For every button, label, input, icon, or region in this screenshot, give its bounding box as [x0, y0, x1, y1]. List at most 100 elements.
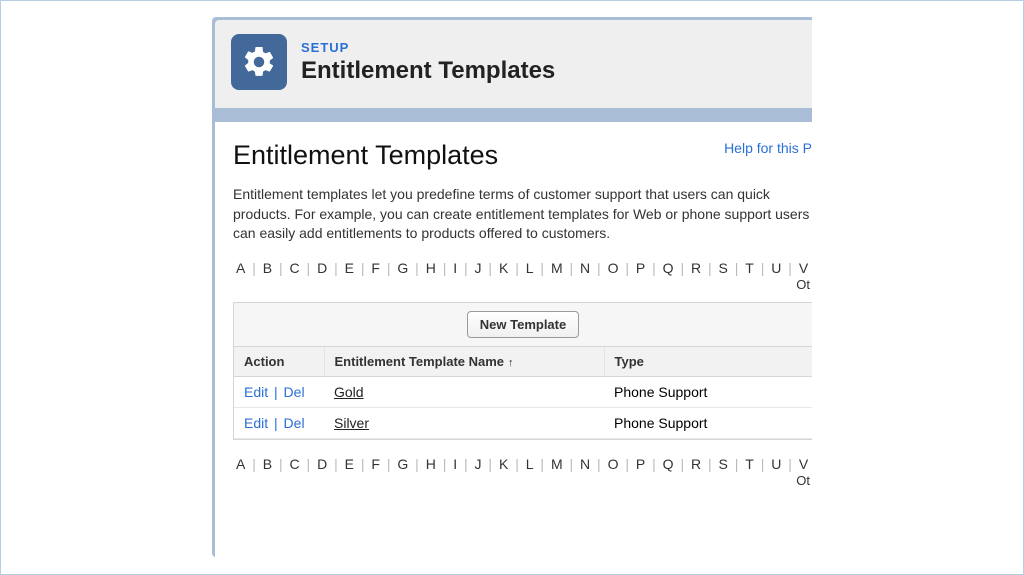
alpha-letter-S[interactable]: S — [716, 456, 731, 472]
sort-asc-icon: ↑ — [504, 357, 514, 369]
alpha-letter-V[interactable]: V — [796, 260, 811, 276]
alpha-separator: | — [784, 260, 795, 276]
alpha-filter-top: A | B | C | D | E | F | G | H | I | J | … — [233, 260, 812, 276]
alpha-separator: | — [784, 456, 795, 472]
alpha-separator: | — [439, 260, 450, 276]
alpha-letter-C[interactable]: C — [287, 456, 303, 472]
alpha-letter-H[interactable]: H — [423, 456, 439, 472]
alpha-separator: | — [677, 456, 688, 472]
alpha-letter-G[interactable]: G — [394, 456, 411, 472]
new-template-button[interactable]: New Template — [467, 311, 579, 338]
page-title: Entitlement Templates — [233, 140, 498, 171]
alpha-letter-F[interactable]: F — [368, 260, 383, 276]
alpha-letter-G[interactable]: G — [394, 260, 411, 276]
alpha-letter-K[interactable]: K — [496, 456, 511, 472]
alpha-separator: | — [621, 260, 632, 276]
alpha-letter-U[interactable]: U — [768, 260, 784, 276]
alpha-letter-S[interactable]: S — [716, 260, 731, 276]
alpha-letter-O[interactable]: O — [605, 260, 622, 276]
alpha-separator: | — [757, 456, 768, 472]
alpha-letter-E[interactable]: E — [342, 260, 357, 276]
alpha-letter-E[interactable]: E — [342, 456, 357, 472]
alpha-letter-R[interactable]: R — [688, 260, 704, 276]
alpha-letter-K[interactable]: K — [496, 260, 511, 276]
col-name-label: Entitlement Template Name — [335, 354, 505, 369]
alpha-letter-U[interactable]: U — [768, 456, 784, 472]
alpha-separator: | — [275, 260, 286, 276]
alpha-letter-H[interactable]: H — [423, 260, 439, 276]
alpha-separator: | — [811, 260, 812, 276]
help-link[interactable]: Help for this P — [724, 140, 812, 156]
delete-link[interactable]: Del — [284, 384, 305, 400]
edit-link[interactable]: Edit — [244, 384, 268, 400]
alpha-letter-F[interactable]: F — [368, 456, 383, 472]
action-cell: Edit | Del — [234, 376, 324, 407]
app-viewport: SETUP Entitlement Templates Entitlement … — [212, 17, 812, 557]
alpha-separator: | — [566, 260, 577, 276]
table-header-row: Action Entitlement Template Name↑ Type — [234, 347, 812, 377]
alpha-separator: | — [648, 456, 659, 472]
header-text: SETUP Entitlement Templates — [301, 40, 555, 85]
alpha-separator: | — [731, 260, 742, 276]
alpha-letter-T[interactable]: T — [742, 456, 757, 472]
alpha-letter-C[interactable]: C — [287, 260, 303, 276]
type-cell: Phone Support — [604, 376, 812, 407]
alpha-separator: | — [511, 260, 522, 276]
col-type: Type — [604, 347, 812, 377]
alpha-separator: | — [303, 456, 314, 472]
action-separator: | — [272, 384, 280, 400]
alpha-separator: | — [460, 456, 471, 472]
alpha-separator: | — [275, 456, 286, 472]
alpha-letter-T[interactable]: T — [742, 260, 757, 276]
alpha-other-top[interactable]: Ot — [233, 277, 812, 292]
alpha-separator: | — [593, 260, 604, 276]
edit-link[interactable]: Edit — [244, 415, 268, 431]
alpha-letter-D[interactable]: D — [314, 456, 330, 472]
alpha-letter-L[interactable]: L — [523, 456, 537, 472]
alpha-letter-N[interactable]: N — [577, 260, 593, 276]
alpha-letter-M[interactable]: M — [548, 260, 566, 276]
col-name[interactable]: Entitlement Template Name↑ — [324, 347, 604, 377]
alpha-letter-N[interactable]: N — [577, 456, 593, 472]
header-title: Entitlement Templates — [301, 57, 555, 85]
alpha-separator: | — [248, 456, 259, 472]
alpha-separator: | — [303, 260, 314, 276]
table-toolbar: New Template — [234, 303, 812, 347]
alpha-letter-Q[interactable]: Q — [660, 260, 677, 276]
alpha-separator: | — [439, 456, 450, 472]
card-head: Entitlement Templates Help for this P — [233, 140, 812, 171]
alpha-letter-D[interactable]: D — [314, 260, 330, 276]
alpha-separator: | — [357, 456, 368, 472]
template-name-link[interactable]: Silver — [334, 415, 369, 431]
alpha-letter-I[interactable]: I — [450, 260, 460, 276]
alpha-letter-A[interactable]: A — [233, 260, 248, 276]
alpha-letter-J[interactable]: J — [472, 456, 485, 472]
alpha-letter-O[interactable]: O — [605, 456, 622, 472]
alpha-separator: | — [411, 260, 422, 276]
alpha-letter-J[interactable]: J — [472, 260, 485, 276]
alpha-separator: | — [357, 260, 368, 276]
alpha-letter-M[interactable]: M — [548, 456, 566, 472]
alpha-letter-L[interactable]: L — [523, 260, 537, 276]
alpha-letter-P[interactable]: P — [633, 260, 648, 276]
alpha-letter-P[interactable]: P — [633, 456, 648, 472]
alpha-separator: | — [704, 456, 715, 472]
alpha-letter-A[interactable]: A — [233, 456, 248, 472]
alpha-letter-B[interactable]: B — [260, 260, 275, 276]
table-row: Edit | DelSilverPhone Support — [234, 407, 812, 438]
alpha-separator: | — [593, 456, 604, 472]
alpha-separator: | — [383, 456, 394, 472]
alpha-letter-Q[interactable]: Q — [660, 456, 677, 472]
delete-link[interactable]: Del — [284, 415, 305, 431]
alpha-separator: | — [485, 456, 496, 472]
alpha-letter-B[interactable]: B — [260, 456, 275, 472]
alpha-separator: | — [248, 260, 259, 276]
alpha-letter-R[interactable]: R — [688, 456, 704, 472]
alpha-separator: | — [511, 456, 522, 472]
alpha-letter-V[interactable]: V — [796, 456, 811, 472]
alpha-separator: | — [731, 456, 742, 472]
alpha-letter-I[interactable]: I — [450, 456, 460, 472]
template-name-link[interactable]: Gold — [334, 384, 364, 400]
alpha-other-bottom[interactable]: Ot — [233, 473, 812, 488]
alpha-separator: | — [460, 260, 471, 276]
